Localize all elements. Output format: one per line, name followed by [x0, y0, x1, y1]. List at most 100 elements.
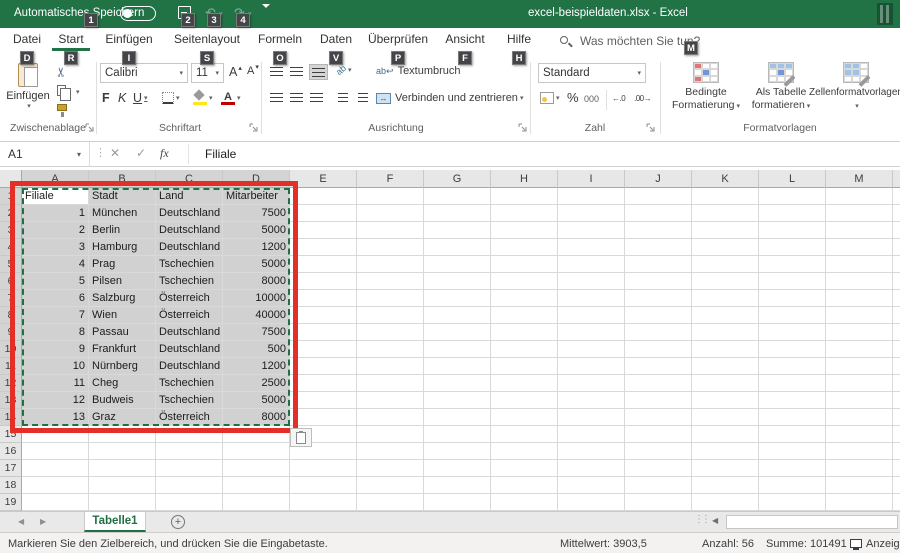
row-header-5[interactable]: 5: [0, 256, 22, 273]
cell[interactable]: [558, 341, 625, 358]
cell[interactable]: [558, 426, 625, 443]
tab-hilfe[interactable]: HilfeH: [501, 28, 537, 50]
cell[interactable]: 5: [22, 273, 89, 290]
cell[interactable]: [22, 426, 89, 443]
cell[interactable]: 500: [223, 341, 290, 358]
cell[interactable]: Stadt: [89, 188, 156, 205]
row-header-15[interactable]: 15: [0, 426, 22, 443]
bold-button[interactable]: F: [102, 91, 110, 105]
cell[interactable]: [893, 273, 900, 290]
cell[interactable]: Berlin: [89, 222, 156, 239]
number-format-combo[interactable]: Standard▾: [538, 63, 646, 83]
cell[interactable]: [893, 324, 900, 341]
cell[interactable]: [759, 205, 826, 222]
font-size-combo[interactable]: 11▾: [191, 63, 224, 83]
row-header-8[interactable]: 8: [0, 307, 22, 324]
cell[interactable]: [759, 222, 826, 239]
cell[interactable]: Land: [156, 188, 223, 205]
cell[interactable]: [759, 341, 826, 358]
insert-function-icon[interactable]: fx: [160, 146, 169, 161]
cell[interactable]: [558, 443, 625, 460]
cell[interactable]: Tschechien: [156, 256, 223, 273]
cell[interactable]: [558, 222, 625, 239]
cell[interactable]: [290, 341, 357, 358]
cell[interactable]: [826, 307, 893, 324]
cell[interactable]: [424, 460, 491, 477]
cell[interactable]: [893, 341, 900, 358]
cell[interactable]: [625, 239, 692, 256]
decrease-decimal-button[interactable]: .00→: [634, 94, 651, 103]
cell[interactable]: [156, 494, 223, 511]
cell[interactable]: [759, 188, 826, 205]
cell[interactable]: [424, 273, 491, 290]
cell[interactable]: [290, 324, 357, 341]
align-center-button[interactable]: [290, 93, 303, 102]
cell[interactable]: [89, 443, 156, 460]
cell[interactable]: [692, 460, 759, 477]
cell[interactable]: [424, 188, 491, 205]
cell[interactable]: [22, 443, 89, 460]
cell[interactable]: [625, 409, 692, 426]
cell[interactable]: [759, 375, 826, 392]
cell[interactable]: Tschechien: [156, 375, 223, 392]
cell[interactable]: [625, 222, 692, 239]
cell[interactable]: [826, 358, 893, 375]
cell[interactable]: [491, 290, 558, 307]
cell[interactable]: [759, 426, 826, 443]
qat-customize-icon[interactable]: [262, 8, 271, 26]
row-header-16[interactable]: 16: [0, 443, 22, 460]
cell[interactable]: [424, 443, 491, 460]
copy-caret-icon[interactable]: ▾: [76, 88, 80, 96]
cell[interactable]: [290, 307, 357, 324]
cell[interactable]: [357, 494, 424, 511]
cell[interactable]: [558, 239, 625, 256]
column-header-partial[interactable]: [893, 170, 900, 188]
column-header-c[interactable]: C: [156, 170, 223, 188]
cell[interactable]: [290, 222, 357, 239]
cell[interactable]: [625, 443, 692, 460]
cell[interactable]: [625, 205, 692, 222]
cell[interactable]: [558, 358, 625, 375]
cell[interactable]: [893, 494, 900, 511]
cancel-icon[interactable]: ✕: [110, 146, 120, 160]
enter-icon[interactable]: ✓: [136, 146, 146, 160]
row-header-11[interactable]: 11: [0, 358, 22, 375]
column-header-h[interactable]: H: [491, 170, 558, 188]
align-left-button[interactable]: [270, 93, 283, 102]
cell[interactable]: [826, 443, 893, 460]
cell-styles-button[interactable]: Zellenformatvorlagen ▾: [812, 62, 900, 113]
name-box-caret-icon[interactable]: ▾: [77, 150, 81, 159]
cell[interactable]: 11: [22, 375, 89, 392]
cell[interactable]: [424, 426, 491, 443]
cell[interactable]: 5000: [223, 222, 290, 239]
cell[interactable]: Deutschland: [156, 341, 223, 358]
cell[interactable]: Nürnberg: [89, 358, 156, 375]
cell[interactable]: [692, 205, 759, 222]
cell[interactable]: [223, 426, 290, 443]
display-settings-label[interactable]: Anzeigeeinstel: [866, 538, 900, 550]
cell[interactable]: [357, 307, 424, 324]
cell[interactable]: [424, 256, 491, 273]
cell[interactable]: Deutschland: [156, 205, 223, 222]
cell[interactable]: [357, 375, 424, 392]
cell[interactable]: [290, 358, 357, 375]
row-header-9[interactable]: 9: [0, 324, 22, 341]
cell[interactable]: München: [89, 205, 156, 222]
cell[interactable]: [692, 375, 759, 392]
merge-center-button[interactable]: ↔Verbinden und zentrieren▾: [376, 92, 523, 104]
cell[interactable]: [223, 477, 290, 494]
row-header-12[interactable]: 12: [0, 375, 22, 392]
cell[interactable]: [893, 460, 900, 477]
cell[interactable]: Tschechien: [156, 392, 223, 409]
cell[interactable]: [156, 477, 223, 494]
name-box[interactable]: A1 ▾: [0, 142, 90, 166]
cell[interactable]: [625, 188, 692, 205]
column-header-e[interactable]: E: [290, 170, 357, 188]
tab-ansicht[interactable]: AnsichtF: [441, 28, 489, 50]
cell[interactable]: 8000: [223, 273, 290, 290]
cell[interactable]: [625, 375, 692, 392]
cell[interactable]: [826, 477, 893, 494]
cell[interactable]: [692, 222, 759, 239]
underline-button[interactable]: U▾: [133, 91, 148, 105]
cell[interactable]: 10: [22, 358, 89, 375]
